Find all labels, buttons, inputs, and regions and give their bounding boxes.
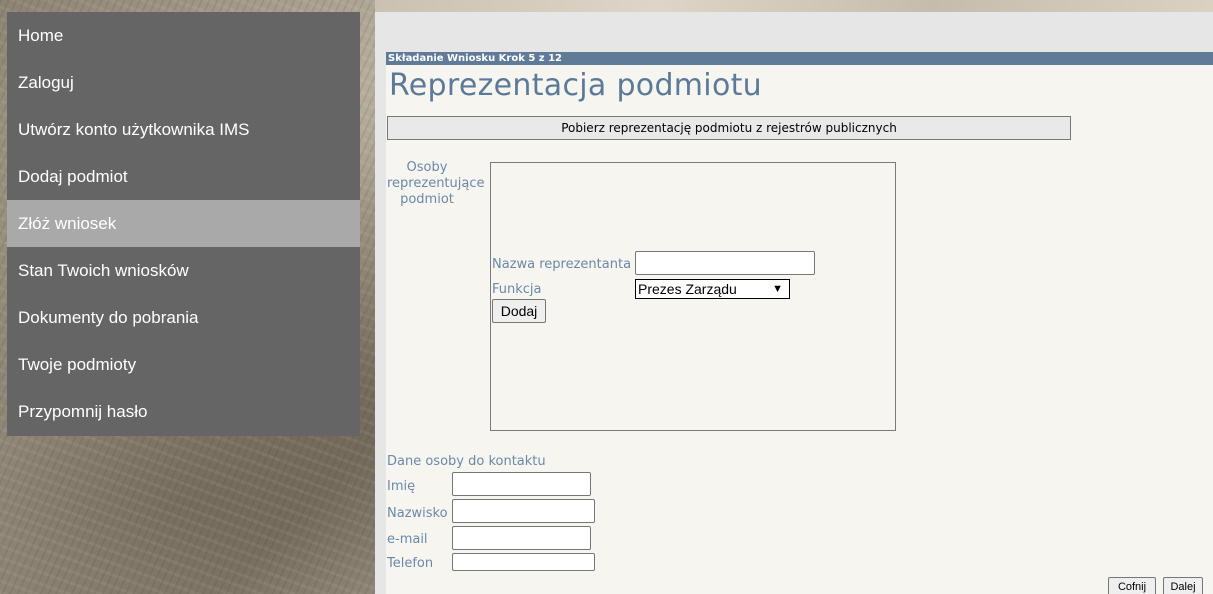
sidebar-item-submit-application[interactable]: Złóż wniosek	[7, 200, 360, 247]
sidebar-item-create-account[interactable]: Utwórz konto użytkownika IMS	[7, 106, 360, 153]
function-select-value: Prezes Zarządu	[638, 281, 737, 297]
phone-label: Telefon	[387, 556, 434, 571]
form-content: Składanie Wniosku Krok 5 z 12 Reprezenta…	[386, 52, 1213, 594]
add-representative-button[interactable]: Dodaj	[492, 299, 546, 323]
phone-input[interactable]	[452, 553, 595, 571]
step-indicator: Składanie Wniosku Krok 5 z 12	[386, 52, 1213, 65]
sidebar-item-add-entity[interactable]: Dodaj podmiot	[7, 153, 360, 200]
representatives-section-label: Osoby reprezentujące podmiot	[387, 160, 485, 207]
function-select[interactable]: Prezes Zarządu ▼	[635, 279, 790, 299]
sidebar-item-home[interactable]: Home	[7, 12, 360, 59]
sidebar-item-remind-password[interactable]: Przypomnij hasło	[7, 388, 360, 435]
first-name-label: Imię	[387, 479, 416, 494]
contact-section-label: Dane osoby do kontaktu	[387, 454, 546, 469]
top-strip	[375, 0, 1213, 12]
sidebar-item-your-entities[interactable]: Twoje podmioty	[7, 341, 360, 388]
chevron-down-icon: ▼	[772, 283, 783, 295]
function-label: Funkcja	[492, 282, 542, 297]
representative-name-input[interactable]	[635, 251, 815, 275]
sidebar-item-application-status[interactable]: Stan Twoich wniosków	[7, 247, 360, 294]
first-name-input[interactable]	[452, 472, 591, 496]
page-title: Reprezentacja podmiotu	[389, 68, 762, 103]
fetch-representation-button[interactable]: Pobierz reprezentację podmiotu z rejestr…	[387, 116, 1071, 140]
representative-name-label: Nazwa reprezentanta	[492, 257, 632, 272]
email-input[interactable]	[452, 526, 591, 550]
sidebar-item-documents[interactable]: Dokumenty do pobrania	[7, 294, 360, 341]
last-name-label: Nazwisko	[387, 506, 448, 521]
back-button[interactable]: Cofnij	[1108, 577, 1156, 594]
main-panel: Składanie Wniosku Krok 5 z 12 Reprezenta…	[375, 12, 1213, 594]
representatives-box: Nazwa reprezentanta Funkcja Prezes Zarzą…	[490, 162, 896, 431]
next-button[interactable]: Dalej	[1163, 577, 1203, 594]
last-name-input[interactable]	[452, 499, 595, 523]
sidebar-item-login[interactable]: Zaloguj	[7, 59, 360, 106]
sidebar-nav: Home Zaloguj Utwórz konto użytkownika IM…	[7, 12, 360, 436]
email-label: e-mail	[387, 532, 428, 547]
